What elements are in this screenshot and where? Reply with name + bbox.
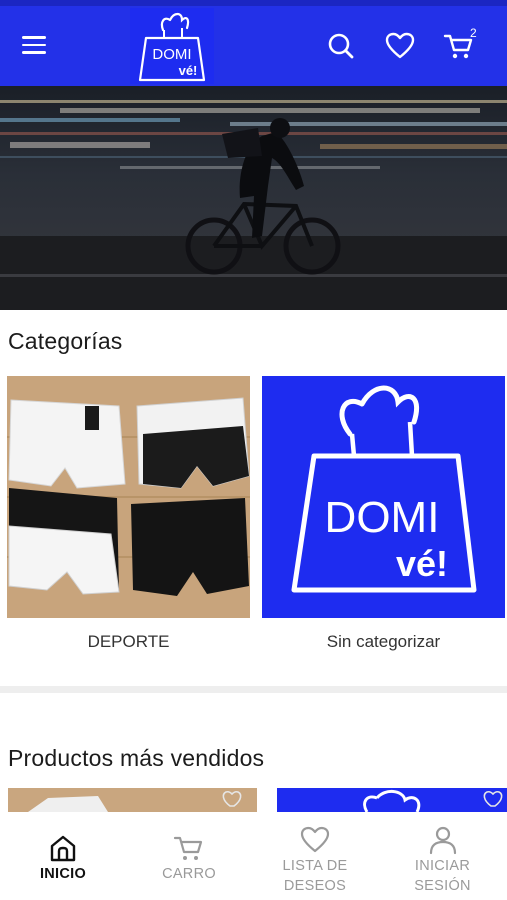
hero-image (0, 100, 507, 310)
nav-label-inicio: INICIO (39, 866, 87, 882)
bottom-navigation: INICIO CARRO LISTA DE DESEOS INICIAR SES… (0, 812, 507, 900)
heart-icon[interactable] (384, 30, 416, 62)
svg-text:DOMI: DOMI (325, 493, 440, 542)
search-icon[interactable] (325, 30, 357, 62)
cart-badge: 2 (470, 26, 477, 40)
category-card-deporte[interactable] (7, 376, 250, 618)
app-screen: DOMI vé! 2 Categorías DEPORTE DOMI vé! S… (0, 0, 507, 900)
home-icon (50, 835, 76, 862)
categories-title: Categorías (8, 328, 123, 354)
nav-item-inicio[interactable]: INICIO (0, 812, 126, 900)
heart-icon (300, 826, 330, 853)
best-sellers-title: Productos más vendidos (8, 745, 265, 771)
product-image (277, 788, 507, 812)
category-label-deporte[interactable]: DEPORTE (7, 632, 250, 652)
nav-label-carro: CARRO (162, 866, 216, 882)
product-image (8, 788, 257, 812)
nav-label-lista-de-deseos: LISTA DE DESEOS (282, 858, 348, 894)
hero-banner[interactable] (0, 86, 507, 310)
category-card-sin-categorizar[interactable]: DOMI vé! (262, 376, 505, 618)
svg-text:DOMI: DOMI (152, 46, 191, 63)
svg-text:vé!: vé! (179, 63, 198, 78)
brand-logo[interactable]: DOMI vé! (130, 8, 214, 84)
status-strip (0, 0, 507, 6)
svg-text:vé!: vé! (396, 543, 448, 584)
category-image-logo: DOMI vé! (262, 376, 505, 618)
top-app-bar: DOMI vé! 2 (0, 0, 507, 86)
section-divider (0, 686, 507, 693)
user-icon (429, 826, 456, 855)
category-label-sin-categorizar[interactable]: Sin categorizar (262, 632, 505, 652)
menu-icon[interactable] (22, 36, 48, 58)
product-card[interactable] (277, 788, 507, 812)
nav-label-iniciar-sesion: INICIAR SESIÓN (414, 858, 471, 894)
nav-item-carro[interactable]: CARRO (126, 812, 252, 900)
category-image-deporte (7, 376, 250, 618)
product-card[interactable] (8, 788, 257, 812)
nav-item-lista-de-deseos[interactable]: LISTA DE DESEOS (252, 812, 378, 900)
cart-icon (173, 836, 203, 860)
nav-item-iniciar-sesion[interactable]: INICIAR SESIÓN (378, 812, 507, 900)
